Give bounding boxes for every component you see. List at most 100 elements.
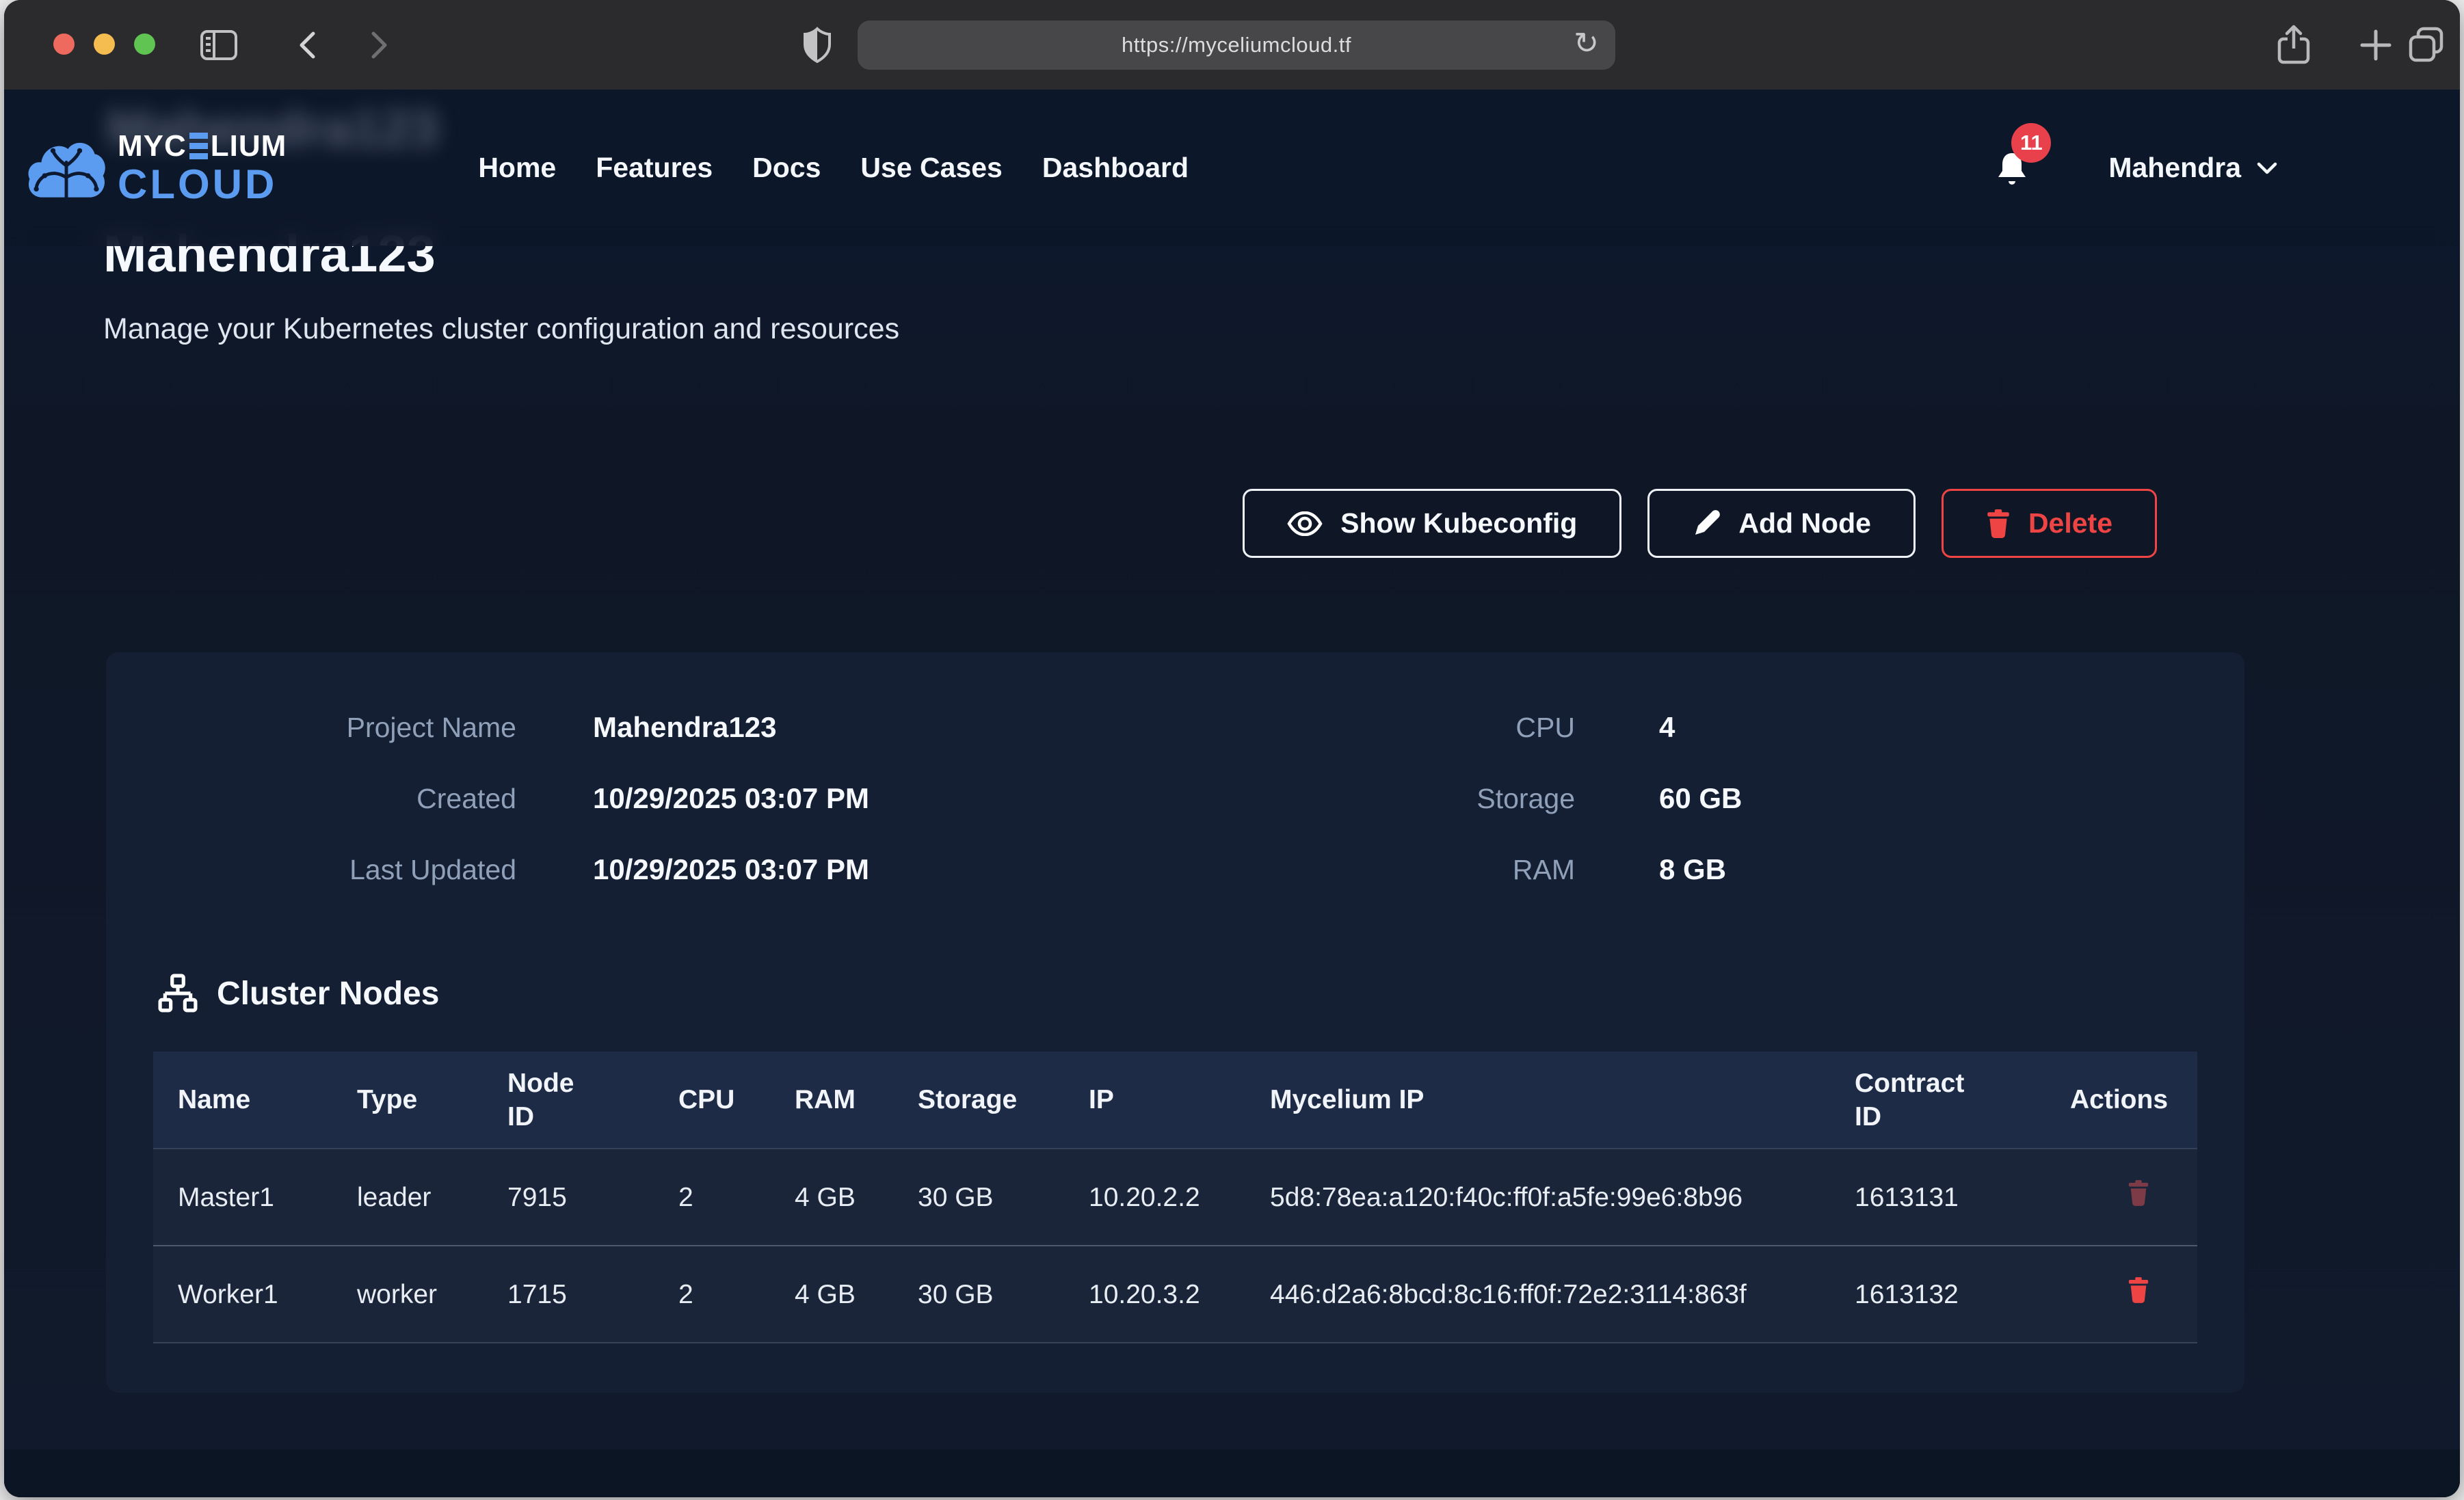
traffic-lights bbox=[53, 34, 155, 55]
cell-mycelium-ip: 5d8:78ea:a120:f40c:ff0f:a5fe:99e6:8b96 bbox=[1245, 1149, 1830, 1246]
brand-line1-pre: MYC bbox=[118, 131, 187, 161]
cell-ram: 4 GB bbox=[770, 1246, 893, 1343]
table-row: Worker1 worker 1715 2 4 GB 30 GB 10.20.3… bbox=[153, 1246, 2197, 1343]
minimize-window-button[interactable] bbox=[94, 34, 115, 55]
page-footer bbox=[4, 1449, 2460, 1497]
col-cpu: CPU bbox=[654, 1052, 770, 1149]
cell-name: Master1 bbox=[153, 1149, 332, 1246]
back-chevron-icon bbox=[297, 30, 317, 60]
field-label: CPU bbox=[1370, 706, 1575, 749]
delete-cluster-button[interactable]: Delete bbox=[1942, 489, 2157, 558]
privacy-shield-button[interactable] bbox=[803, 0, 832, 90]
close-window-button[interactable] bbox=[53, 34, 75, 55]
eye-icon bbox=[1287, 511, 1323, 536]
browser-window: https://myceliumcloud.tf ↻ bbox=[4, 0, 2460, 1497]
cell-cpu: 2 bbox=[654, 1246, 770, 1343]
show-kubeconfig-label: Show Kubeconfig bbox=[1340, 507, 1577, 539]
cell-ram: 4 GB bbox=[770, 1149, 893, 1246]
brand-e-glyph bbox=[189, 133, 208, 159]
add-node-label: Add Node bbox=[1738, 507, 1871, 539]
zoom-window-button[interactable] bbox=[134, 34, 155, 55]
project-card: Project Name Mahendra123 CPU 4 Created 1… bbox=[106, 652, 2244, 1393]
table-header-row: Name Type Node ID CPU RAM Storage IP Myc… bbox=[153, 1052, 2197, 1149]
nav-item-use-cases[interactable]: Use Cases bbox=[860, 152, 1002, 184]
col-actions: Actions bbox=[2045, 1052, 2197, 1149]
col-name: Name bbox=[153, 1052, 332, 1149]
user-name: Mahendra bbox=[2108, 152, 2241, 184]
nav-item-docs[interactable]: Docs bbox=[752, 152, 821, 184]
col-ram: RAM bbox=[770, 1052, 893, 1149]
add-node-button[interactable]: Add Node bbox=[1647, 489, 1916, 558]
new-tab-button[interactable] bbox=[2359, 0, 2392, 90]
cell-contract-id: 1613131 bbox=[1830, 1149, 2045, 1246]
notification-badge: 11 bbox=[2011, 123, 2051, 163]
shield-icon bbox=[803, 27, 832, 64]
cell-actions bbox=[2045, 1149, 2197, 1246]
cell-storage: 30 GB bbox=[893, 1149, 1064, 1246]
field-label: Storage bbox=[1370, 777, 1575, 820]
main-nav: Home Features Docs Use Cases Dashboard bbox=[478, 152, 1189, 184]
notifications-button[interactable]: 11 bbox=[1996, 150, 2028, 186]
chevron-down-icon bbox=[2256, 161, 2278, 175]
back-button[interactable] bbox=[297, 0, 317, 90]
site-header: Mahendra123 bbox=[4, 90, 2460, 246]
cell-cpu: 2 bbox=[654, 1149, 770, 1246]
plus-icon bbox=[2359, 29, 2392, 62]
cell-type: leader bbox=[332, 1149, 483, 1246]
cluster-actions: Show Kubeconfig Add Node Delete bbox=[1243, 489, 2157, 558]
col-node-id: Node ID bbox=[483, 1052, 654, 1149]
tabs-icon bbox=[2407, 26, 2446, 64]
cell-mycelium-ip: 446:d2a6:8bcd:8c16:ff0f:72e2:3114:863f bbox=[1245, 1246, 1830, 1343]
header-right: 11 Mahendra bbox=[1996, 150, 2278, 186]
cell-actions bbox=[2045, 1246, 2197, 1343]
brand-logo-text: MYC LIUM CLOUD bbox=[118, 131, 287, 205]
share-icon bbox=[2276, 24, 2311, 66]
brand-logo[interactable]: MYC LIUM CLOUD bbox=[25, 131, 287, 205]
field-label: Project Name bbox=[106, 706, 516, 749]
col-contract-id: Contract ID bbox=[1830, 1052, 2045, 1149]
cell-ip: 10.20.3.2 bbox=[1064, 1246, 1245, 1343]
screenshot-root: https://myceliumcloud.tf ↻ bbox=[0, 0, 2464, 1500]
forward-button[interactable] bbox=[369, 0, 390, 90]
reload-button[interactable]: ↻ bbox=[1574, 29, 1599, 59]
trash-icon bbox=[1986, 509, 2011, 538]
cell-type: worker bbox=[332, 1246, 483, 1343]
show-kubeconfig-button[interactable]: Show Kubeconfig bbox=[1243, 489, 1621, 558]
project-info: Project Name Mahendra123 CPU 4 Created 1… bbox=[106, 706, 2244, 892]
page-subtitle: Manage your Kubernetes cluster configura… bbox=[103, 311, 899, 347]
cell-storage: 30 GB bbox=[893, 1246, 1064, 1343]
ram-value: 8 GB bbox=[1575, 848, 2244, 892]
cell-contract-id: 1613132 bbox=[1830, 1246, 2045, 1343]
brand-line2: CLOUD bbox=[118, 164, 287, 205]
forward-chevron-icon bbox=[369, 30, 390, 60]
project-name-value: Mahendra123 bbox=[516, 706, 1370, 749]
address-bar[interactable]: https://myceliumcloud.tf ↻ bbox=[858, 21, 1615, 70]
sidebar-icon bbox=[200, 29, 238, 62]
cluster-network-icon bbox=[158, 974, 198, 1013]
field-label: RAM bbox=[1370, 848, 1575, 892]
table-row: Master1 leader 7915 2 4 GB 30 GB 10.20.2… bbox=[153, 1149, 2197, 1246]
delete-label: Delete bbox=[2028, 507, 2112, 539]
browser-chrome: https://myceliumcloud.tf ↻ bbox=[4, 0, 2460, 90]
cell-ip: 10.20.2.2 bbox=[1064, 1149, 1245, 1246]
user-menu[interactable]: Mahendra bbox=[2108, 152, 2278, 184]
tab-overview-button[interactable] bbox=[2407, 0, 2446, 90]
cluster-nodes-table: Name Type Node ID CPU RAM Storage IP Myc… bbox=[153, 1052, 2197, 1343]
col-mycelium-ip: Mycelium IP bbox=[1245, 1052, 1830, 1149]
sidebar-toggle-button[interactable] bbox=[200, 0, 238, 90]
cpu-value: 4 bbox=[1575, 706, 2244, 749]
row-delete-button[interactable] bbox=[2128, 1180, 2149, 1206]
cell-node-id: 7915 bbox=[483, 1149, 654, 1246]
row-delete-button[interactable] bbox=[2128, 1277, 2149, 1303]
nav-item-features[interactable]: Features bbox=[596, 152, 713, 184]
cell-node-id: 1715 bbox=[483, 1246, 654, 1343]
cluster-nodes-heading: Cluster Nodes bbox=[158, 974, 2244, 1013]
nav-item-home[interactable]: Home bbox=[478, 152, 556, 184]
last-updated-value: 10/29/2025 03:07 PM bbox=[516, 848, 1370, 892]
col-type: Type bbox=[332, 1052, 483, 1149]
trash-icon bbox=[2128, 1277, 2149, 1303]
nav-item-dashboard[interactable]: Dashboard bbox=[1042, 152, 1189, 184]
col-storage: Storage bbox=[893, 1052, 1064, 1149]
share-button[interactable] bbox=[2276, 0, 2311, 90]
field-label: Last Updated bbox=[106, 848, 516, 892]
